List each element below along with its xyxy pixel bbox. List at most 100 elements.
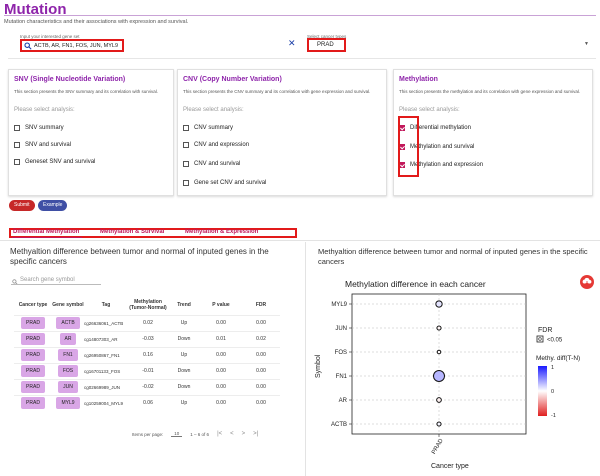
last-page-icon[interactable]: >| bbox=[253, 431, 258, 437]
trend-cell: Up bbox=[168, 314, 200, 331]
methylation-card-prompt: Please select analysis: bbox=[399, 107, 460, 113]
pvalue-cell: 0.00 bbox=[200, 314, 242, 331]
column-header[interactable]: Tag bbox=[84, 295, 128, 315]
fdr-cell: 0.00 bbox=[242, 394, 280, 411]
table-panel-title: Methyaltion difference between tumor and… bbox=[10, 247, 269, 266]
prev-page-icon[interactable]: < bbox=[230, 431, 234, 437]
checkbox[interactable] bbox=[183, 180, 189, 186]
gene-chip[interactable]: FN1 bbox=[58, 349, 78, 361]
table-row: PRAD MYL9 cg10259004_MYL9 0.06 Up 0.00 0… bbox=[14, 394, 280, 411]
chart-panel-title: Methyaltion difference between tumor and… bbox=[318, 247, 588, 266]
methylation-card-title: Methylation bbox=[399, 76, 438, 83]
cancer-chip[interactable]: PRAD bbox=[21, 365, 45, 377]
column-header[interactable]: P value bbox=[200, 295, 242, 315]
option-label: SNV summary bbox=[25, 125, 64, 131]
cnv-option-survival[interactable]: CNV and survival bbox=[183, 161, 240, 167]
gene-search-input[interactable]: Search gene symbol bbox=[11, 277, 101, 285]
cancer-chip[interactable]: PRAD bbox=[21, 381, 45, 393]
column-header[interactable]: Trend bbox=[168, 295, 200, 315]
data-point bbox=[436, 349, 442, 355]
checkbox[interactable] bbox=[14, 159, 20, 165]
snv-card: SNV (Single Nucleotide Variation) This s… bbox=[8, 69, 174, 196]
snv-card-desc: This section presents the SNV summary an… bbox=[14, 89, 159, 94]
clear-icon[interactable]: ✕ bbox=[288, 38, 296, 49]
gene-chip[interactable]: JUN bbox=[58, 381, 78, 393]
option-label: Gene set CNV and survival bbox=[194, 180, 267, 186]
checkbox[interactable] bbox=[183, 125, 189, 131]
gene-input-value: ACTB, AR, FN1, FOS, JUN, MYL9 bbox=[34, 43, 119, 49]
column-header[interactable]: Cancer type bbox=[14, 295, 52, 315]
checkbox[interactable] bbox=[183, 142, 189, 148]
gene-chip[interactable]: FOS bbox=[57, 365, 79, 377]
tag-cell: cg16701133_FOS bbox=[84, 362, 128, 379]
fdr-cell: 0.00 bbox=[242, 314, 280, 331]
table-row: PRAD FOS cg16701133_FOS -0.01 Down 0.00 … bbox=[14, 362, 280, 379]
y-tick-label: ACTB bbox=[331, 422, 347, 428]
cancer-chip[interactable]: PRAD bbox=[21, 333, 45, 345]
pvalue-cell: 0.00 bbox=[200, 378, 242, 395]
gene-chip[interactable]: AR bbox=[59, 333, 77, 345]
gene-chip[interactable]: ACTB bbox=[56, 317, 80, 329]
cancer-select[interactable]: PRAD bbox=[307, 38, 346, 52]
option-label: CNV summary bbox=[194, 125, 234, 131]
chevron-down-icon[interactable]: ▼ bbox=[584, 41, 589, 47]
legend-color-title: Methy. diff(T-N) bbox=[536, 355, 580, 362]
submit-button[interactable]: Submit bbox=[9, 200, 35, 211]
data-point bbox=[436, 421, 442, 427]
cnv-option-geneset-survival[interactable]: Gene set CNV and survival bbox=[183, 180, 266, 186]
snv-card-prompt: Please select analysis: bbox=[14, 107, 75, 113]
items-per-page-select[interactable]: 10 bbox=[171, 431, 183, 437]
column-header[interactable]: Gene symbol bbox=[52, 295, 84, 315]
pvalue-cell: 0.00 bbox=[200, 346, 242, 363]
methylation-table: Cancer type Gene symbol Tag Methylation … bbox=[14, 295, 280, 411]
data-point bbox=[433, 370, 445, 382]
diff-cell: -0.01 bbox=[128, 362, 168, 379]
cnv-option-summary[interactable]: CNV summary bbox=[183, 125, 233, 131]
diff-cell: 0.16 bbox=[128, 346, 168, 363]
table-header-row: Cancer type Gene symbol Tag Methylation … bbox=[14, 295, 280, 315]
legend-colorbar-tick: 1 bbox=[551, 365, 554, 371]
trend-cell: Up bbox=[168, 346, 200, 363]
gene-chip[interactable]: MYL9 bbox=[56, 397, 80, 410]
tab-methylation-expression[interactable]: Methylation & Expression bbox=[185, 229, 258, 235]
tab-differential-methylation[interactable]: Differential Methylation bbox=[13, 229, 79, 235]
legend-fdr-label: <0.05 bbox=[547, 338, 563, 344]
diff-cell: -0.03 bbox=[128, 330, 168, 347]
cancer-chip[interactable]: PRAD bbox=[21, 397, 45, 410]
first-page-icon[interactable]: |< bbox=[217, 431, 222, 437]
table-row: PRAD AR cg14807303_AR -0.03 Down 0.01 0.… bbox=[14, 330, 280, 347]
gene-input[interactable]: ACTB, AR, FN1, FOS, JUN, MYL9 bbox=[20, 39, 124, 52]
paginator: Items per page: 10 1 – 6 of 6 |< < > >| bbox=[132, 431, 258, 437]
checkbox[interactable] bbox=[183, 161, 189, 167]
snv-option-summary[interactable]: SNV summary bbox=[14, 125, 64, 131]
title-divider bbox=[4, 15, 596, 16]
fdr-cell: 0.00 bbox=[242, 346, 280, 363]
search-icon bbox=[24, 42, 32, 50]
snv-option-survival[interactable]: SNV and survival bbox=[14, 142, 71, 148]
checkbox-highlight-frame bbox=[398, 116, 419, 177]
x-tick-label: PRAD bbox=[431, 437, 445, 455]
methylation-chart: Methylation difference in each cancer ACT… bbox=[315, 279, 580, 470]
cancer-chip[interactable]: PRAD bbox=[21, 349, 45, 361]
option-label: Methylation and expression bbox=[410, 162, 484, 168]
checkbox[interactable] bbox=[14, 142, 20, 148]
page-subtitle: Mutation characteristics and their assoc… bbox=[4, 19, 189, 25]
checkbox[interactable] bbox=[14, 125, 20, 131]
cnv-option-expression[interactable]: CNV and expression bbox=[183, 142, 249, 148]
table-row: PRAD JUN cg02669989_JUN -0.02 Down 0.00 … bbox=[14, 378, 280, 395]
y-tick-label: FN1 bbox=[336, 374, 348, 380]
snv-card-title: SNV (Single Nucleotide Variation) bbox=[14, 76, 126, 83]
column-header[interactable]: Methylation (Tumor-Normal) bbox=[128, 295, 168, 315]
tag-cell: cg10259004_MYL9 bbox=[84, 394, 128, 411]
data-point bbox=[436, 325, 442, 331]
column-header[interactable]: FDR bbox=[242, 295, 280, 315]
next-page-icon[interactable]: > bbox=[242, 431, 246, 437]
cnv-card-desc: This section presents the CNV summary an… bbox=[183, 89, 371, 94]
x-axis-label: Cancer type bbox=[431, 463, 469, 470]
snv-option-geneset-survival[interactable]: Geneset SNV and survival bbox=[14, 159, 95, 165]
option-label: Methylation and survival bbox=[410, 144, 475, 150]
tab-methylation-survival[interactable]: Methylation & Survival bbox=[100, 229, 164, 235]
example-button[interactable]: Example bbox=[38, 200, 68, 211]
items-per-page-label: Items per page: bbox=[132, 431, 164, 437]
cancer-chip[interactable]: PRAD bbox=[21, 317, 45, 329]
